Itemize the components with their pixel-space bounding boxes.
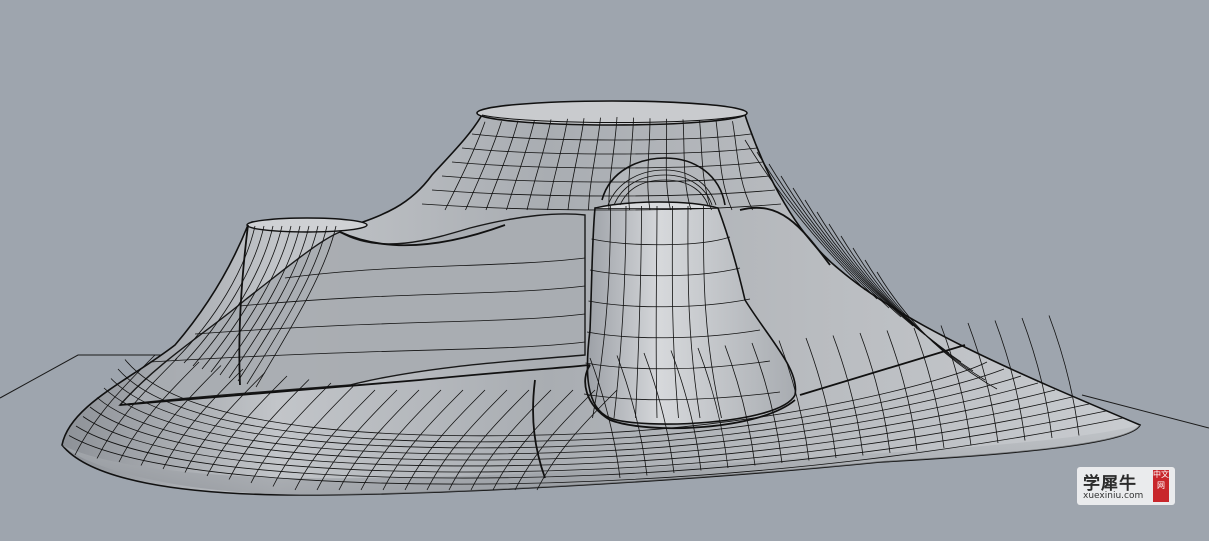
rhino-perspective-viewport[interactable]: 学犀牛 xuexiniu.com 中文网 xyxy=(0,0,1209,541)
watermark: 学犀牛 xuexiniu.com 中文网 xyxy=(1077,467,1175,505)
watermark-badge: 中文网 xyxy=(1153,470,1169,502)
viewport-canvas[interactable] xyxy=(0,0,1209,541)
watermark-url: xuexiniu.com xyxy=(1083,491,1144,501)
